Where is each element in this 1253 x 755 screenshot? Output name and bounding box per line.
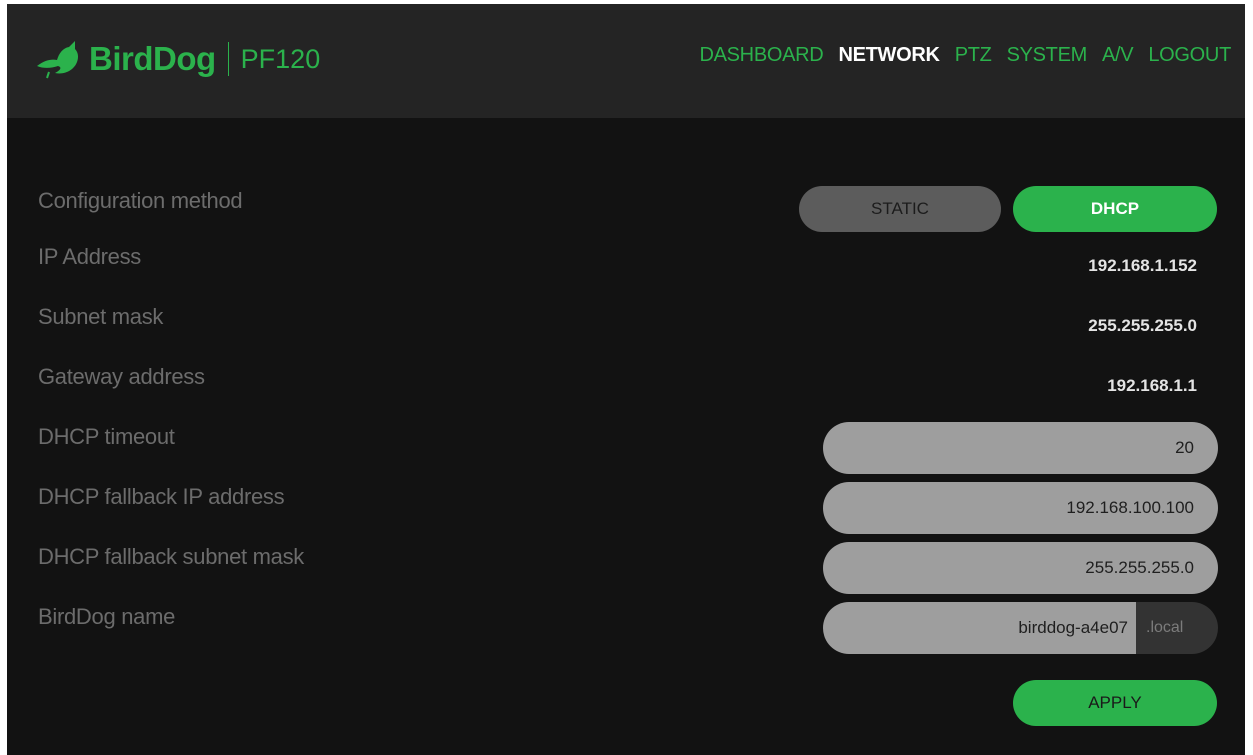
dhcp-timeout-input[interactable]: [823, 422, 1218, 474]
birddog-name-label: BirdDog name: [38, 604, 176, 629]
apply-button[interactable]: APPLY: [1013, 680, 1217, 726]
nav-network[interactable]: NETWORK: [838, 44, 940, 67]
subnet-mask-value: 255.255.255.0: [1088, 316, 1197, 335]
ip-address-value: 192.168.1.152: [1088, 256, 1197, 275]
app-frame: BirdDog PF120 DASHBOARD NETWORK PTZ SYST…: [7, 4, 1245, 755]
brand-logo[interactable]: BirdDog PF120: [35, 34, 320, 84]
static-button[interactable]: STATIC: [799, 186, 1001, 232]
dhcp-fallback-subnet-input[interactable]: [823, 542, 1218, 594]
subnet-mask-label: Subnet mask: [38, 304, 164, 329]
brand-name: BirdDog: [89, 40, 216, 77]
bird-icon: [37, 41, 79, 79]
birddog-name-input[interactable]: [823, 602, 1136, 654]
configuration-method-label: Configuration method: [38, 188, 243, 213]
nav-av[interactable]: A/V: [1102, 44, 1134, 67]
gateway-address-value: 192.168.1.1: [1107, 376, 1197, 395]
nav-dashboard[interactable]: DASHBOARD: [699, 44, 823, 67]
dhcp-fallback-subnet-label: DHCP fallback subnet mask: [38, 544, 304, 569]
ip-address-label: IP Address: [38, 244, 141, 269]
dhcp-fallback-ip-label: DHCP fallback IP address: [38, 484, 285, 509]
nav-logout[interactable]: LOGOUT: [1148, 44, 1231, 67]
dhcp-timeout-label: DHCP timeout: [38, 424, 175, 449]
dhcp-button[interactable]: DHCP: [1013, 186, 1217, 232]
nav-system[interactable]: SYSTEM: [1007, 44, 1088, 67]
brand-divider: [227, 42, 229, 76]
top-header: BirdDog PF120 DASHBOARD NETWORK PTZ SYST…: [7, 4, 1245, 118]
birddog-name-group: .local: [823, 602, 1218, 654]
nav-ptz[interactable]: PTZ: [955, 44, 992, 67]
dhcp-fallback-ip-input[interactable]: [823, 482, 1218, 534]
gateway-address-label: Gateway address: [38, 364, 205, 389]
model-name: PF120: [240, 43, 321, 74]
main-nav: DASHBOARD NETWORK PTZ SYSTEM A/V LOGOUT: [699, 44, 1231, 67]
name-suffix: .local: [1136, 602, 1218, 654]
